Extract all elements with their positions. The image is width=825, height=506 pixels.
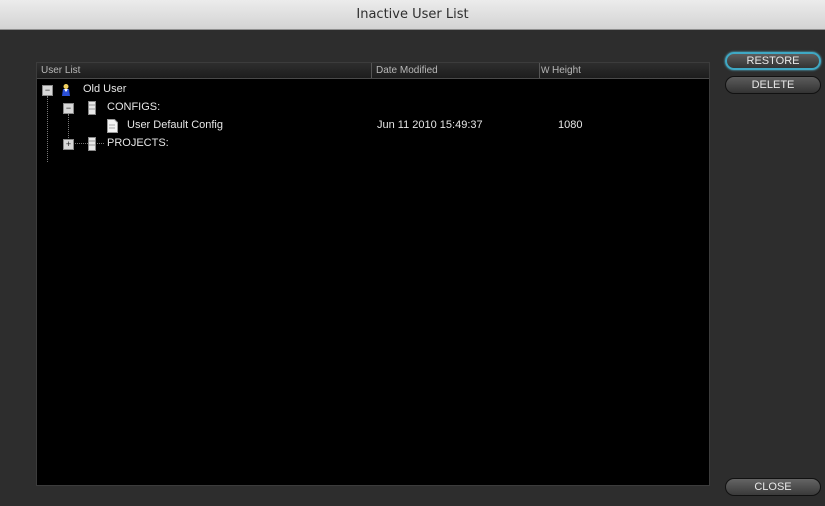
- tree-label: PROJECTS:: [107, 137, 169, 149]
- width-column-marker: W: [541, 65, 550, 75]
- tree-label: User Default Config: [127, 119, 223, 131]
- inactive-user-list-window: Inactive User List User List Date Modifi…: [0, 0, 825, 506]
- tree-label: Old User: [83, 83, 127, 95]
- table-header: User List Date Modified W Height: [37, 63, 709, 79]
- tree-label: CONFIGS:: [107, 101, 161, 113]
- column-header-user-list[interactable]: User List: [37, 63, 372, 78]
- height-cell: 1080: [558, 119, 583, 131]
- folder-icon: [88, 101, 96, 118]
- restore-button[interactable]: RESTORE: [725, 52, 821, 70]
- expand-toggle[interactable]: +: [63, 139, 74, 150]
- collapse-toggle[interactable]: −: [63, 103, 74, 114]
- user-icon: [60, 83, 72, 100]
- tree-row-configs[interactable]: − CONFIGS:: [37, 99, 709, 117]
- tree-row-user-default-config[interactable]: User Default Config Jun 11 2010 15:49:37…: [37, 117, 709, 135]
- collapse-toggle[interactable]: −: [42, 85, 53, 96]
- document-icon: [107, 119, 118, 136]
- user-list-table: User List Date Modified W Height − Old U…: [36, 62, 710, 486]
- title-bar[interactable]: Inactive User List: [0, 0, 825, 30]
- tree-row-old-user[interactable]: − Old User: [37, 81, 709, 99]
- date-modified-cell: Jun 11 2010 15:49:37: [377, 119, 483, 131]
- tree-row-projects[interactable]: + PROJECTS:: [37, 135, 709, 153]
- folder-icon: [88, 137, 96, 154]
- delete-button[interactable]: DELETE: [725, 76, 821, 94]
- window-title: Inactive User List: [356, 7, 469, 22]
- column-header-date-modified[interactable]: Date Modified: [372, 63, 540, 78]
- column-header-height[interactable]: W Height: [540, 63, 711, 78]
- close-button[interactable]: CLOSE: [725, 478, 821, 496]
